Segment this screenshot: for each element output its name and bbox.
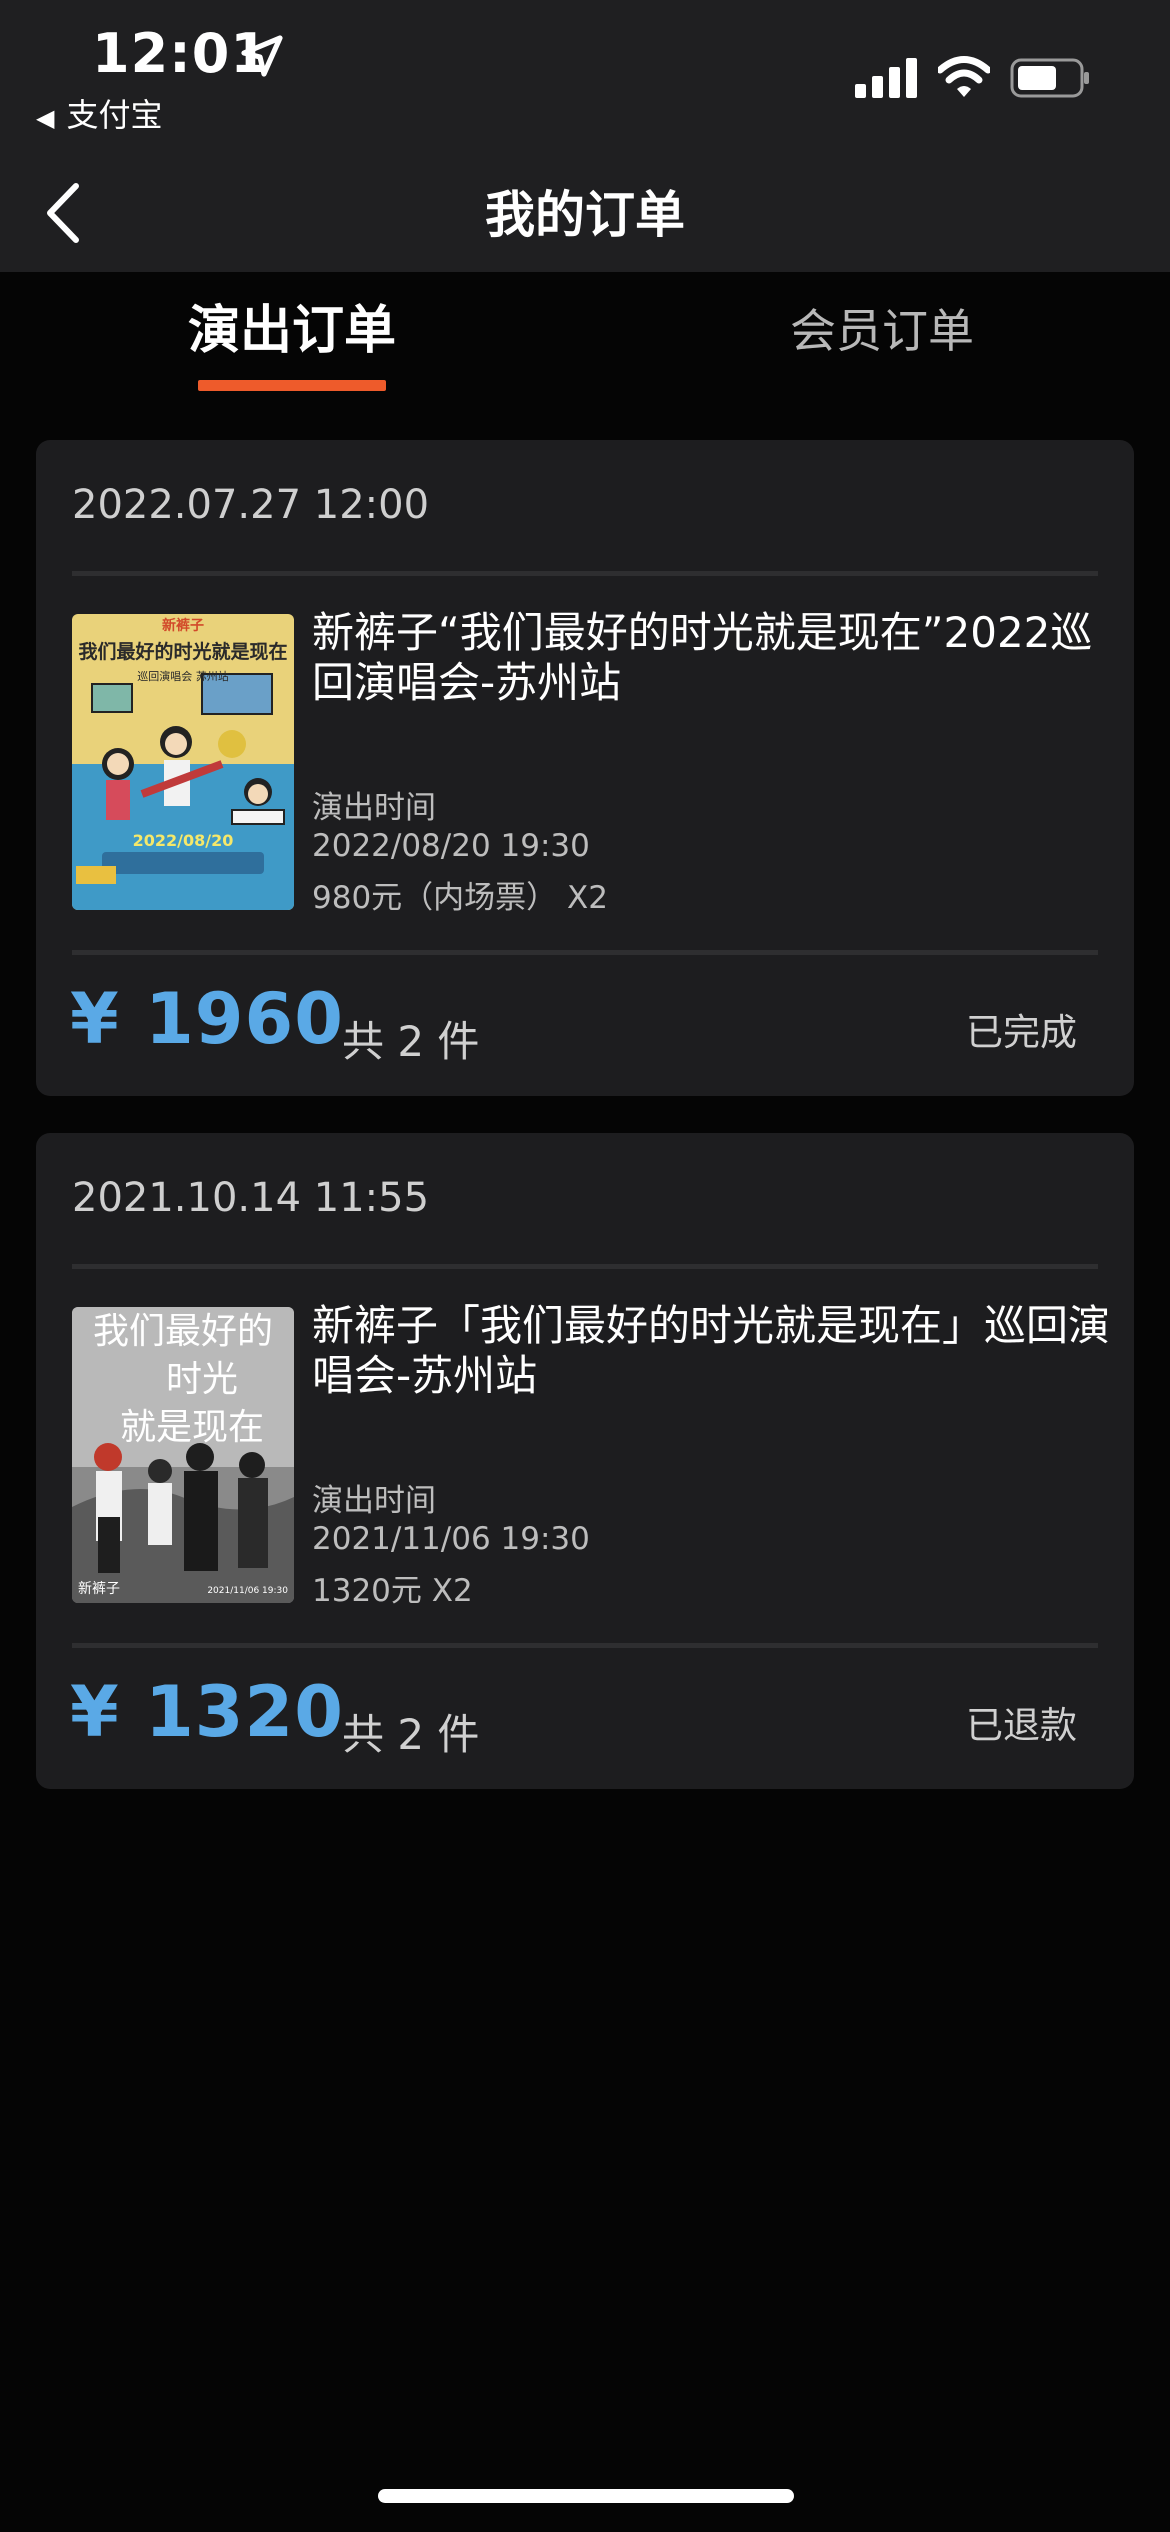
poster-subtitle: 巡回演唱会 苏州站 xyxy=(137,669,229,683)
location-arrow-icon xyxy=(241,35,283,77)
home-indicator[interactable] xyxy=(378,2489,794,2503)
order-card[interactable]: 2022.07.27 12:00 新裤子 我们最好的时光就是现在 巡回演唱会 苏… xyxy=(36,440,1134,1096)
order-date: 2021.10.14 11:55 xyxy=(72,1175,430,1221)
performance-time-label: 演出时间 xyxy=(312,790,436,826)
item-count: 共 2 件 xyxy=(342,1017,480,1066)
back-triangle-icon: ◀ xyxy=(36,104,55,132)
order-tabs: 演出订单 会员订单 xyxy=(0,272,1170,402)
divider xyxy=(72,950,1098,955)
back-to-app-link[interactable]: ◀ 支付宝 xyxy=(36,90,162,136)
order-status: 已退款 xyxy=(966,1704,1077,1747)
order-total-price: ¥ 1960 xyxy=(70,978,344,1060)
order-date: 2022.07.27 12:00 xyxy=(72,482,430,528)
battery-icon xyxy=(1010,58,1089,98)
poster-band-name: 新裤子 xyxy=(78,1581,120,1597)
poster-line-2: 时光 xyxy=(166,1359,238,1400)
poster-band-name: 新裤子 xyxy=(162,617,204,634)
item-count: 共 2 件 xyxy=(342,1710,480,1759)
tab-performance-orders[interactable]: 演出订单 xyxy=(188,296,396,366)
poster-headline: 我们最好的时光就是现在 xyxy=(78,640,287,663)
poster-date: 2021/11/06 19:30 xyxy=(207,1586,288,1596)
event-poster-image: 新裤子 我们最好的时光就是现在 巡回演唱会 苏州站 2022/08/20 xyxy=(72,614,294,910)
wifi-icon xyxy=(938,56,990,97)
performance-time-label: 演出时间 xyxy=(312,1483,436,1519)
poster-line-3: 就是现在 xyxy=(120,1407,264,1448)
divider xyxy=(72,1264,1098,1269)
order-status: 已完成 xyxy=(966,1011,1077,1054)
cellular-signal-icon xyxy=(855,58,917,98)
poster-line-1: 我们最好的 xyxy=(93,1311,273,1352)
order-card[interactable]: 2021.10.14 11:55 我们最好的 时光 就是现在 新裤子 2021/… xyxy=(36,1133,1134,1789)
order-item-title: 新裤子“我们最好的时光就是现在”2022巡回演唱会-苏州站 xyxy=(312,608,1093,707)
status-bar: 12:01 ◀ 支付宝 xyxy=(0,0,1170,160)
active-tab-indicator xyxy=(198,380,386,391)
ticket-price-line: 1320元 X2 xyxy=(312,1573,473,1609)
nav-bar: 我的订单 xyxy=(0,160,1170,272)
performance-time-value: 2021/11/06 19:30 xyxy=(312,1521,590,1557)
page-title: 我的订单 xyxy=(485,186,685,244)
order-item-title: 新裤子「我们最好的时光就是现在」巡回演唱会-苏州站 xyxy=(312,1301,1111,1400)
back-app-label: 支付宝 xyxy=(66,96,163,134)
tab-member-orders[interactable]: 会员订单 xyxy=(790,296,974,366)
poster-date: 2022/08/20 xyxy=(133,831,234,850)
performance-time-value: 2022/08/20 19:30 xyxy=(312,828,590,864)
event-poster-image: 我们最好的 时光 就是现在 新裤子 2021/11/06 19:30 xyxy=(72,1307,294,1603)
divider xyxy=(72,1643,1098,1648)
divider xyxy=(72,571,1098,576)
ticket-price-line: 980元（内场票） X2 xyxy=(312,880,608,916)
order-total-price: ¥ 1320 xyxy=(70,1671,344,1753)
